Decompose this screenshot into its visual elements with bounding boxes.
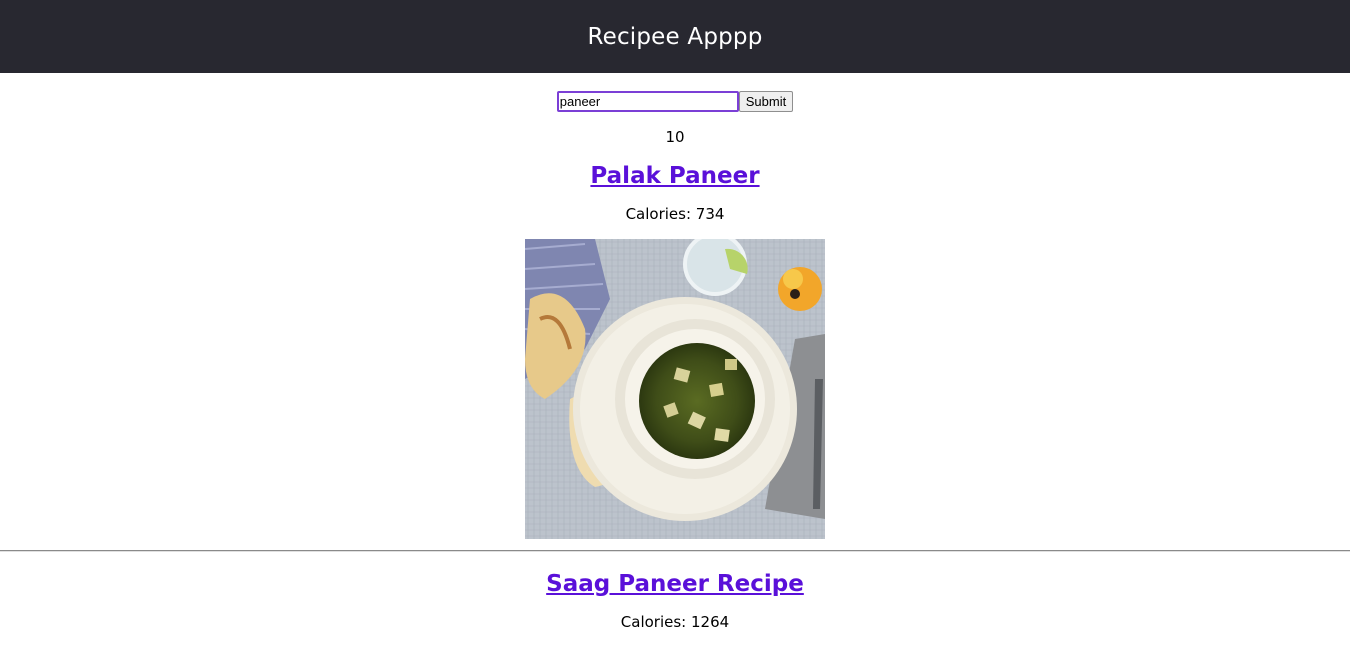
recipe-image [525, 239, 825, 539]
recipe-title: Saag Paneer Recipe [0, 569, 1350, 599]
recipe-calories: Calories: 734 [625, 205, 725, 223]
recipe-card: Palak Paneer Calories: 734 [0, 161, 1350, 539]
recipe-calories: Calories: 1264 [620, 613, 730, 631]
recipe-card: Saag Paneer Recipe Calories: 1264 [0, 569, 1350, 632]
app-title: Recipee Apppp [587, 23, 763, 50]
search-input[interactable] [556, 91, 739, 112]
app-header: Recipee Apppp [0, 0, 1350, 73]
recipe-title-link[interactable]: Saag Paneer Recipe [546, 571, 804, 597]
recipe-divider [0, 550, 1350, 552]
search-form: Submit [0, 90, 1350, 113]
recipe-title-link[interactable]: Palak Paneer [590, 163, 759, 189]
recipe-title: Palak Paneer [0, 161, 1350, 191]
result-count: 10 [665, 128, 685, 146]
submit-button[interactable]: Submit [738, 91, 794, 112]
